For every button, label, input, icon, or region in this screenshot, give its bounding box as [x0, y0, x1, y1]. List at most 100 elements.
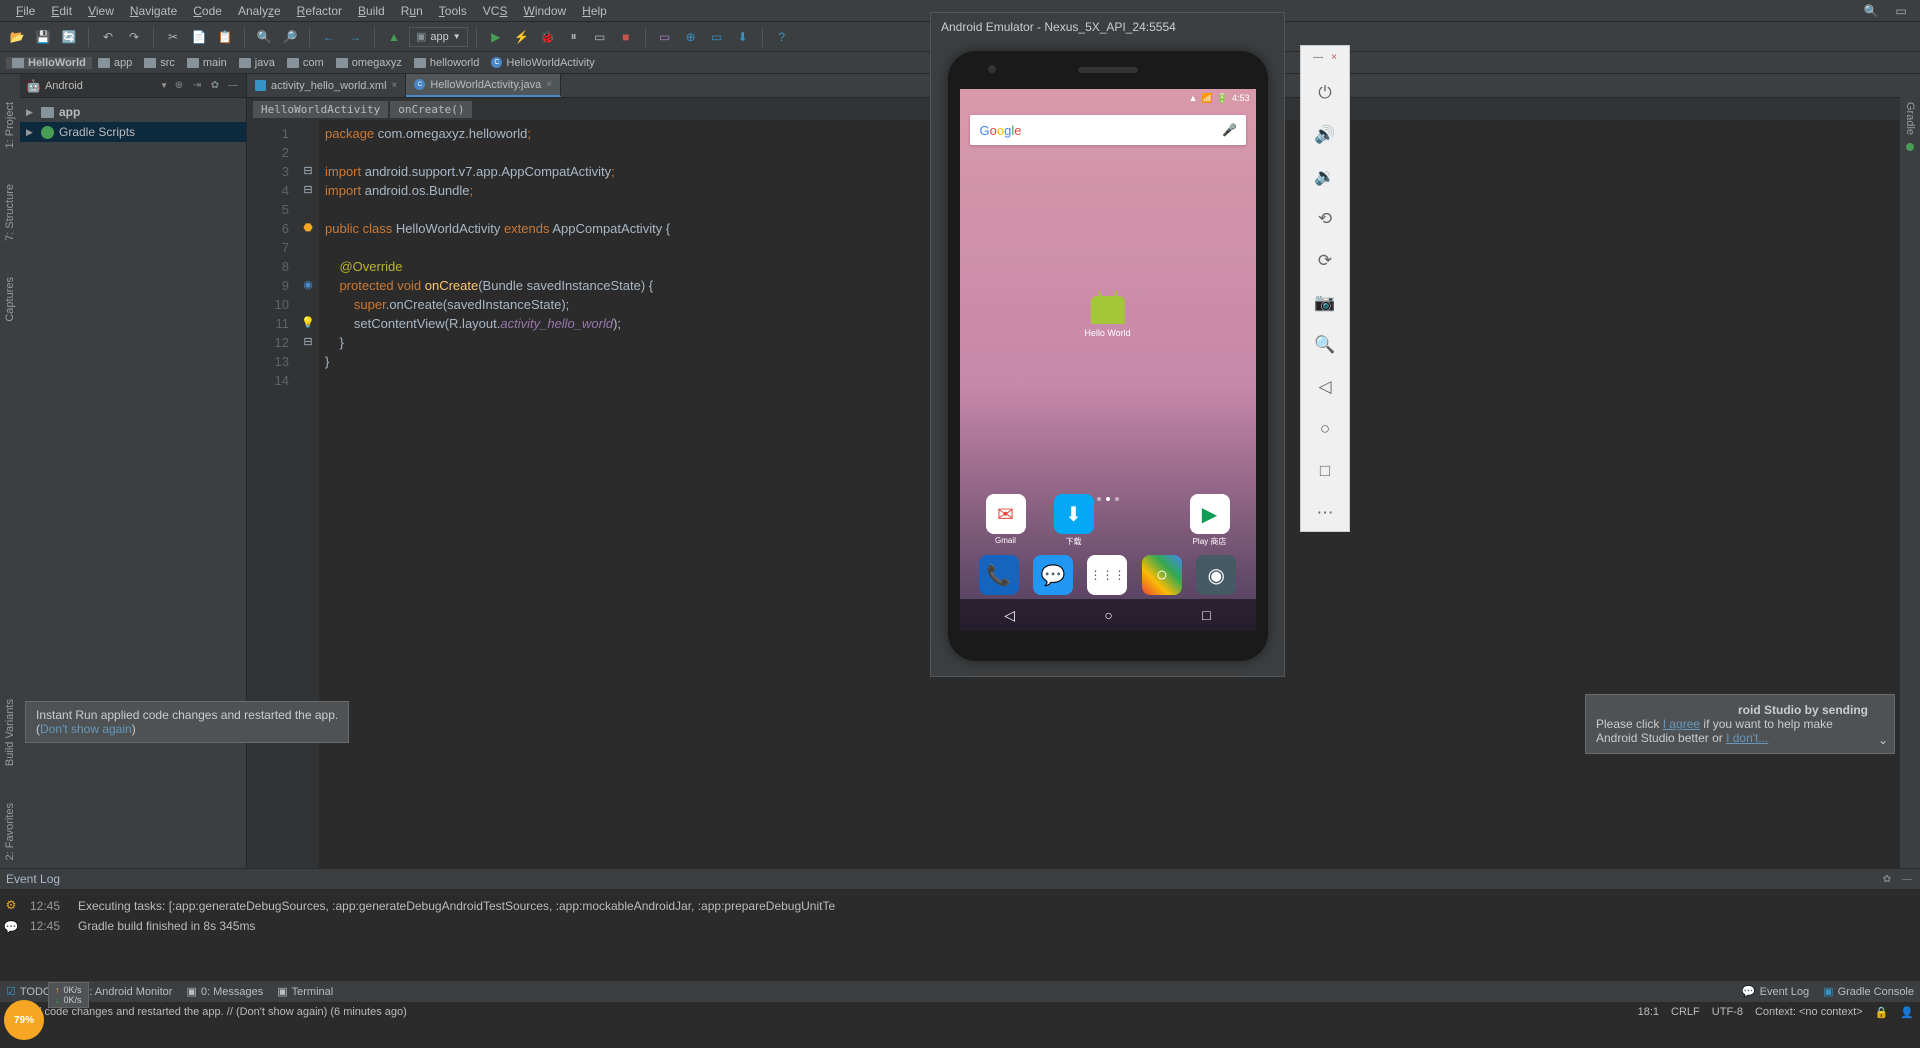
find-icon[interactable]: 🔍 — [253, 26, 275, 48]
tree-item-gradle-scripts[interactable]: ▶ Gradle Scripts — [20, 122, 246, 142]
encoding[interactable]: UTF-8 — [1712, 1006, 1743, 1019]
nav-back-icon[interactable]: ◁ — [1004, 607, 1015, 624]
side-tab-structure[interactable]: 7: Structure — [2, 176, 18, 249]
run-config-select[interactable]: ▣ app ▼ — [409, 27, 468, 47]
debug-icon[interactable]: 🐞 — [537, 26, 559, 48]
crumb-helloworld[interactable]: helloworld — [408, 57, 486, 69]
side-tab-captures[interactable]: Captures — [2, 269, 18, 330]
menu-vcs[interactable]: VCS — [475, 4, 516, 18]
close-icon[interactable]: × — [392, 80, 398, 91]
screenshot-icon[interactable]: 📷 — [1313, 291, 1337, 315]
volume-up-icon[interactable]: 🔊 — [1313, 123, 1337, 147]
menu-tools[interactable]: Tools — [431, 4, 475, 18]
app-icon-helloworld[interactable]: Hello World — [1084, 296, 1130, 338]
menu-run[interactable]: Run — [393, 4, 431, 18]
emulator-window[interactable]: Android Emulator - Nexus_5X_API_24:5554 … — [930, 12, 1285, 677]
menu-file[interactable]: File — [8, 4, 43, 18]
dont-show-again-link[interactable]: Don't show again — [40, 722, 132, 736]
menu-refactor[interactable]: Refactor — [289, 4, 350, 18]
nav-home-icon[interactable]: ○ — [1104, 607, 1112, 623]
crumb-activity[interactable]: CHelloWorldActivity — [485, 57, 600, 69]
line-sep[interactable]: CRLF — [1671, 1006, 1700, 1019]
phone-screen[interactable]: ▲📶🔋4:53 Google 🎤 Hello World ✉Gmail ⬇下载 … — [960, 89, 1256, 631]
app-messages[interactable]: 💬 — [1031, 555, 1075, 595]
side-tab-build-variants[interactable]: Build Variants — [2, 691, 18, 774]
mic-icon[interactable]: 🎤 — [1224, 122, 1236, 138]
app-download[interactable]: ⬇下载 — [1052, 494, 1096, 547]
sync-icon[interactable]: 🔄 — [58, 26, 80, 48]
context[interactable]: Context: <no context> — [1755, 1006, 1863, 1019]
collapse-icon[interactable]: ⇥ — [190, 79, 204, 93]
tab-java[interactable]: C HelloWorldActivity.java × — [406, 74, 561, 97]
menu-code[interactable]: Code — [185, 4, 230, 18]
cut-icon[interactable]: ✂ — [162, 26, 184, 48]
close-icon[interactable]: × — [546, 79, 552, 90]
gear-icon[interactable]: ✿ — [1880, 872, 1894, 886]
crumb-app[interactable]: app — [92, 57, 138, 69]
hide-icon[interactable]: — — [226, 79, 240, 93]
nav-recent-icon[interactable]: □ — [1202, 607, 1210, 623]
profile-icon[interactable]: ⏸ — [563, 26, 585, 48]
side-tab-project[interactable]: 1: Project — [2, 94, 18, 156]
i-dont-link[interactable]: I don't... — [1726, 731, 1768, 745]
open-icon[interactable]: 📂 — [6, 26, 28, 48]
side-tab-favorites[interactable]: 2: Favorites — [2, 795, 18, 868]
menu-help[interactable]: Help — [574, 4, 615, 18]
crumb-java[interactable]: java — [233, 57, 281, 69]
memory-indicator[interactable]: 79% — [4, 1000, 44, 1040]
tab-xml[interactable]: activity_hello_world.xml × — [247, 74, 406, 97]
menu-edit[interactable]: Edit — [43, 4, 80, 18]
tree-item-app[interactable]: ▶ app — [20, 102, 246, 122]
copy-icon[interactable]: 📄 — [188, 26, 210, 48]
context-method[interactable]: onCreate() — [390, 101, 472, 118]
google-search-bar[interactable]: Google 🎤 — [970, 115, 1246, 145]
run-icon[interactable]: ▶ — [485, 26, 507, 48]
app-chrome[interactable]: ○ — [1140, 555, 1184, 595]
zoom-icon[interactable]: 🔍 — [1313, 333, 1337, 357]
layout-icon[interactable]: ▭ — [706, 26, 728, 48]
redo-icon[interactable]: ↷ — [123, 26, 145, 48]
side-tab-gradle[interactable]: Gradle — [1902, 94, 1918, 143]
help-icon[interactable]: ? — [771, 26, 793, 48]
menu-analyze[interactable]: Analyze — [230, 4, 289, 18]
attach-icon[interactable]: ▭ — [589, 26, 611, 48]
context-class[interactable]: HelloWorldActivity — [253, 101, 388, 118]
hide-icon[interactable]: — — [1900, 872, 1914, 886]
crumb-omegaxyz[interactable]: omegaxyz — [330, 57, 408, 69]
user-icon[interactable]: ▭ — [1890, 0, 1912, 22]
close-icon[interactable]: × — [1331, 52, 1337, 63]
back-icon[interactable]: ← — [318, 26, 340, 48]
app-gmail[interactable]: ✉Gmail — [984, 494, 1028, 547]
save-icon[interactable]: 💾 — [32, 26, 54, 48]
stop-icon[interactable]: ■ — [615, 26, 637, 48]
app-camera[interactable]: ◉ — [1194, 555, 1238, 595]
menu-window[interactable]: Window — [515, 4, 574, 18]
tab-event-log[interactable]: 💬Event Log — [1742, 985, 1809, 998]
paste-icon[interactable]: 📋 — [214, 26, 236, 48]
search-icon[interactable]: 🔍 — [1860, 0, 1882, 22]
chevron-down-icon[interactable]: ⌄ — [1878, 733, 1888, 747]
volume-down-icon[interactable]: 🔉 — [1313, 165, 1337, 189]
menu-view[interactable]: View — [80, 4, 122, 18]
instant-run-icon[interactable]: ⚡ — [511, 26, 533, 48]
tab-messages[interactable]: ▣0: Messages — [186, 985, 263, 998]
forward-icon[interactable]: → — [344, 26, 366, 48]
target-icon[interactable]: ⊕ — [172, 79, 186, 93]
gear-icon[interactable]: ✿ — [208, 79, 222, 93]
crumb-main[interactable]: main — [181, 57, 233, 69]
download-icon[interactable]: ⬇ — [732, 26, 754, 48]
menu-build[interactable]: Build — [350, 4, 393, 18]
menu-navigate[interactable]: Navigate — [122, 4, 185, 18]
build-icon[interactable]: ▲ — [383, 26, 405, 48]
back-icon[interactable]: ◁ — [1313, 375, 1337, 399]
tab-terminal[interactable]: ▣Terminal — [277, 985, 333, 998]
undo-icon[interactable]: ↶ — [97, 26, 119, 48]
man-icon[interactable]: 👤 — [1900, 1006, 1914, 1019]
replace-icon[interactable]: 🔎 — [279, 26, 301, 48]
lock-icon[interactable]: 🔒 — [1875, 1006, 1889, 1019]
app-phone[interactable]: 📞 — [977, 555, 1021, 595]
overview-icon[interactable]: □ — [1313, 459, 1337, 483]
tab-gradle-console[interactable]: ▣Gradle Console — [1823, 985, 1914, 998]
app-play-store[interactable]: ▶Play 商店 — [1188, 494, 1232, 547]
crumb-src[interactable]: src — [138, 57, 181, 69]
